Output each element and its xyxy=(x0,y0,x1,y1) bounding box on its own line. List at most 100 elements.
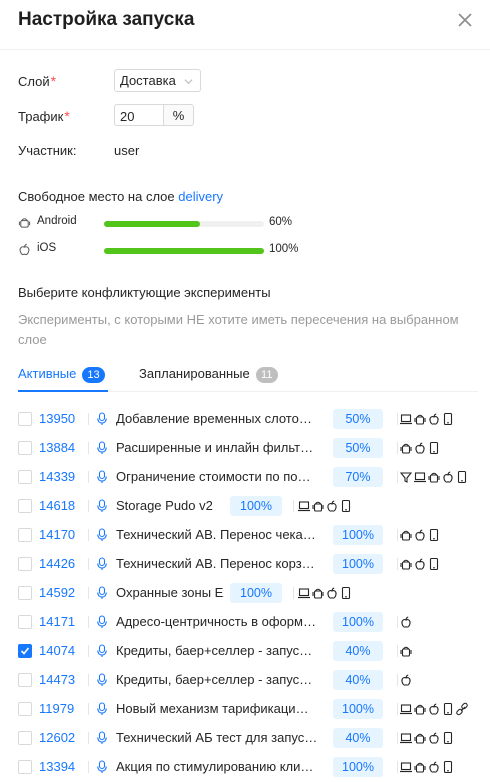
apple-icon xyxy=(400,615,412,629)
experiment-id-link[interactable]: 14171 xyxy=(39,614,75,629)
experiment-row: 14618 Storage Pudo v2 100% xyxy=(18,496,478,516)
traffic-percent-tag: 100% xyxy=(230,583,282,603)
experiment-checkbox[interactable] xyxy=(18,615,32,629)
experiment-row: 14592 Охранные зоны Exmail v2 100% xyxy=(18,583,478,603)
experiment-checkbox[interactable] xyxy=(18,702,32,716)
divider xyxy=(88,558,89,570)
microphone-icon xyxy=(96,615,108,629)
drawer-header: Настройка запуска xyxy=(0,0,490,44)
platform-icons xyxy=(400,528,440,542)
divider xyxy=(293,587,294,599)
experiment-id-link[interactable]: 14074 xyxy=(39,643,75,658)
divider xyxy=(397,732,398,744)
traffic-input[interactable] xyxy=(114,104,164,126)
experiment-checkbox[interactable] xyxy=(18,557,32,571)
apple-icon xyxy=(414,441,426,455)
tab-active[interactable]: Активные 13 xyxy=(18,366,105,383)
platform-icons xyxy=(400,470,468,484)
divider xyxy=(397,703,398,715)
android-icon xyxy=(414,412,426,426)
tab-ink-bar xyxy=(18,390,108,392)
experiment-row: 11979 Новый механизм тарификаци… 100% xyxy=(18,699,478,719)
experiment-id-link[interactable]: 14473 xyxy=(39,672,75,687)
apple-icon xyxy=(428,760,440,774)
experiment-row: 13950 Добавление временных слото… 50% xyxy=(18,409,478,429)
desktop-icon xyxy=(400,702,412,716)
divider xyxy=(397,645,398,657)
platform-icons xyxy=(400,441,440,455)
platform-percent: 100% xyxy=(269,243,299,255)
microphone-icon xyxy=(96,760,108,774)
experiment-checkbox[interactable] xyxy=(18,412,32,426)
mobile-icon xyxy=(442,760,454,774)
microphone-icon xyxy=(96,702,108,716)
experiment-name: Технический АВ. Перенос чека… xyxy=(116,527,316,542)
apple-icon xyxy=(414,557,426,571)
tab-label: Запланированные xyxy=(139,366,250,381)
experiment-id-link[interactable]: 14426 xyxy=(39,556,75,571)
experiment-id-link[interactable]: 14592 xyxy=(39,585,75,600)
experiment-id-link[interactable]: 14618 xyxy=(39,498,75,513)
experiment-checkbox[interactable] xyxy=(18,586,32,600)
divider xyxy=(88,674,89,686)
divider xyxy=(397,616,398,628)
divider xyxy=(293,500,294,512)
mobile-icon xyxy=(428,528,440,542)
microphone-icon xyxy=(96,528,108,542)
experiment-checkbox[interactable] xyxy=(18,528,32,542)
platform-icons xyxy=(400,412,454,426)
experiment-checkbox[interactable] xyxy=(18,760,32,774)
divider xyxy=(88,587,89,599)
layer-link[interactable]: delivery xyxy=(178,189,223,204)
traffic-percent-tag: 100% xyxy=(230,496,282,516)
microphone-icon xyxy=(96,441,108,455)
experiment-row: 13884 Расширенные и инлайн фильт… 50% xyxy=(18,438,478,458)
desktop-icon xyxy=(400,760,412,774)
android-icon xyxy=(400,441,412,455)
traffic-percent-tag: 40% xyxy=(333,728,383,748)
experiment-id-link[interactable]: 13950 xyxy=(39,411,75,426)
platform-name: iOS xyxy=(37,242,57,254)
tab-scheduled[interactable]: Запланированные 11 xyxy=(139,366,278,383)
traffic-percent-tag: 70% xyxy=(333,467,383,487)
mobile-icon xyxy=(442,412,454,426)
experiment-checkbox[interactable] xyxy=(18,644,32,658)
tab-label: Активные xyxy=(18,366,77,381)
experiment-checkbox[interactable] xyxy=(18,441,32,455)
experiment-name: Расширенные и инлайн фильт… xyxy=(116,440,314,455)
divider xyxy=(397,442,398,454)
participant-value: user xyxy=(114,143,140,158)
experiment-id-link[interactable]: 14170 xyxy=(39,527,75,542)
close-icon[interactable] xyxy=(457,12,473,28)
desktop-icon xyxy=(400,412,412,426)
experiment-name: Добавление временных слото… xyxy=(116,411,312,426)
traffic-percent-tag: 50% xyxy=(333,409,383,429)
tab-bar: Активные 13 Запланированные 11 xyxy=(18,358,478,392)
apple-icon xyxy=(326,499,338,513)
android-icon xyxy=(312,586,324,600)
experiment-id-link[interactable]: 14339 xyxy=(39,469,75,484)
experiment-name: Ограничение стоимости по по… xyxy=(116,469,311,484)
android-icon xyxy=(414,731,426,745)
count-badge: 13 xyxy=(82,367,105,383)
experiment-checkbox[interactable] xyxy=(18,499,32,513)
microphone-icon xyxy=(96,586,108,600)
divider xyxy=(88,761,89,773)
experiment-id-link[interactable]: 13394 xyxy=(39,759,75,774)
android-icon xyxy=(414,702,426,716)
experiment-checkbox[interactable] xyxy=(18,673,32,687)
divider xyxy=(88,732,89,744)
experiment-checkbox[interactable] xyxy=(18,470,32,484)
mobile-icon xyxy=(428,557,440,571)
traffic-percent-tag: 100% xyxy=(333,525,383,545)
traffic-percent-tag: 100% xyxy=(333,757,383,777)
mobile-icon xyxy=(428,441,440,455)
layer-select[interactable]: Доставка xyxy=(114,69,201,92)
divider xyxy=(88,529,89,541)
experiment-id-link[interactable]: 13884 xyxy=(39,440,75,455)
experiment-id-link[interactable]: 12602 xyxy=(39,730,75,745)
experiment-name: Адресо-центричность в оформ… xyxy=(116,614,316,629)
experiment-checkbox[interactable] xyxy=(18,731,32,745)
experiment-id-link[interactable]: 11979 xyxy=(39,701,74,716)
experiment-name: Акция по стимулированию кли… xyxy=(116,759,314,774)
